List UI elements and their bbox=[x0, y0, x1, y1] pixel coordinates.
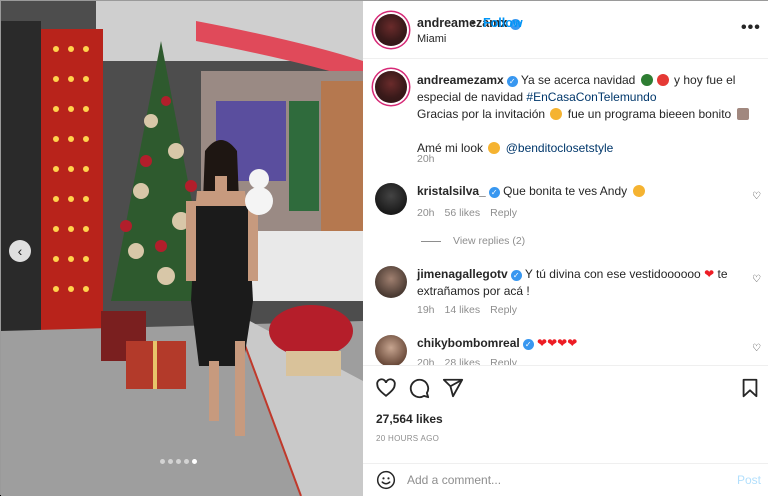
reply-button[interactable]: Reply bbox=[490, 207, 517, 219]
post-modal: ‹ andreamezamx ✓ • Follow Miami ••• andre… bbox=[0, 0, 768, 496]
verified-badge-icon: ✓ bbox=[488, 187, 500, 198]
red-heart-emoji: ❤ bbox=[567, 336, 578, 350]
chevron-left-icon: ‹ bbox=[17, 243, 23, 259]
verified-badge-icon: ✓ bbox=[510, 270, 522, 281]
post-media[interactable]: ‹ bbox=[1, 1, 363, 496]
carousel-dot bbox=[192, 459, 197, 464]
heart-icon[interactable]: ♡ bbox=[752, 191, 761, 202]
view-replies-button[interactable]: View replies (2) bbox=[421, 235, 525, 247]
carousel-dot bbox=[176, 459, 181, 464]
heart-icon[interactable]: ♡ bbox=[752, 274, 761, 285]
red-heart-emoji: ❤ bbox=[547, 336, 558, 350]
paper-plane-icon[interactable] bbox=[442, 377, 464, 399]
avatar[interactable] bbox=[375, 14, 407, 46]
comment-icon[interactable] bbox=[408, 377, 430, 399]
red-heart-emoji: ❤ bbox=[537, 336, 548, 350]
likes-count[interactable]: 27,564 likes bbox=[376, 412, 443, 426]
comment-author[interactable]: jimenagallegotv bbox=[417, 267, 508, 281]
avatar[interactable] bbox=[375, 71, 407, 103]
red-heart-emoji: ❤ bbox=[557, 336, 568, 350]
avatar[interactable] bbox=[375, 335, 407, 365]
carousel-dot bbox=[168, 459, 173, 464]
avatar[interactable] bbox=[375, 266, 407, 298]
comment-likes[interactable]: 14 likes bbox=[445, 304, 481, 316]
reply-button[interactable]: Reply bbox=[490, 357, 517, 365]
hug-emoji bbox=[550, 108, 563, 120]
comment-composer: Post bbox=[363, 463, 768, 496]
red-heart-emoji: ❤ bbox=[704, 267, 715, 281]
caption-time: 20h bbox=[417, 153, 435, 165]
people-emoji bbox=[736, 108, 749, 120]
carousel-indicator bbox=[160, 459, 197, 464]
comment-text: chikybombomreal ✓ ❤❤❤❤ bbox=[417, 335, 757, 352]
bookmark-icon[interactable] bbox=[740, 377, 760, 399]
christmas-tree-emoji bbox=[640, 74, 653, 86]
comment-likes[interactable]: 56 likes bbox=[445, 207, 481, 219]
heart-icon[interactable] bbox=[375, 377, 397, 399]
separator-dot: • bbox=[471, 16, 476, 30]
heart-eyes-emoji bbox=[632, 185, 645, 197]
comment-meta: 20h 56 likes Reply bbox=[417, 207, 517, 219]
comment-input[interactable] bbox=[407, 471, 707, 489]
carousel-dot bbox=[184, 459, 189, 464]
comment-text: jimenagallegotv ✓ Y tú divina con ese ves… bbox=[417, 267, 728, 298]
comment-meta: 19h 14 likes Reply bbox=[417, 304, 517, 316]
more-horizontal-icon[interactable]: ••• bbox=[741, 19, 761, 37]
comment-text: kristalsilva_ ✓ Que bonita te ves Andy bbox=[417, 183, 757, 200]
comment-meta: 20h 28 likes Reply bbox=[417, 357, 527, 365]
comments-list[interactable]: andreamezamx ✓ Ya se acerca navidad y hoy… bbox=[363, 59, 768, 365]
carousel-dot bbox=[160, 459, 165, 464]
post-side-panel: andreamezamx ✓ • Follow Miami ••• andream… bbox=[363, 1, 768, 496]
post-header: andreamezamx ✓ • Follow Miami ••• bbox=[363, 1, 768, 59]
follow-button[interactable]: Follow bbox=[483, 16, 523, 30]
avatar[interactable] bbox=[375, 183, 407, 215]
heart-icon[interactable]: ♡ bbox=[752, 343, 761, 354]
comment-author[interactable]: kristalsilva_ bbox=[417, 184, 486, 198]
caption: andreamezamx ✓ Ya se acerca navidad y hoy… bbox=[417, 72, 757, 157]
santa-emoji bbox=[656, 74, 669, 86]
mention-link[interactable]: @benditoclosetstyle bbox=[506, 141, 614, 155]
carousel-prev-button[interactable]: ‹ bbox=[9, 240, 31, 262]
verified-badge-icon: ✓ bbox=[506, 76, 518, 87]
comment-author[interactable]: chikybombomreal bbox=[417, 336, 520, 350]
post-timestamp[interactable]: 20 HOURS AGO bbox=[376, 434, 439, 443]
smiley-icon[interactable] bbox=[376, 470, 396, 490]
comment-likes[interactable]: 28 likes bbox=[445, 357, 481, 365]
verified-badge-icon: ✓ bbox=[522, 339, 534, 350]
hashtag-link[interactable]: #EnCasaConTelemundo bbox=[526, 90, 656, 104]
post-comment-button[interactable]: Post bbox=[737, 473, 761, 487]
post-actions: 27,564 likes 20 HOURS AGO bbox=[363, 365, 768, 455]
hug-emoji bbox=[488, 142, 501, 154]
caption-author[interactable]: andreamezamx bbox=[417, 73, 504, 87]
post-photo bbox=[1, 1, 363, 496]
reply-button[interactable]: Reply bbox=[490, 304, 517, 316]
location-link[interactable]: Miami bbox=[417, 33, 446, 45]
